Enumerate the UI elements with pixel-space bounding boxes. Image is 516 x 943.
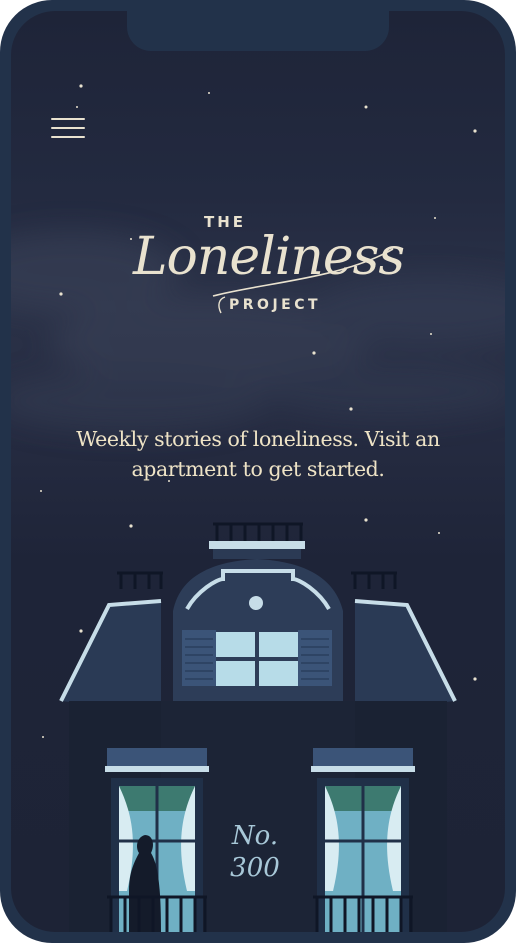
left-roof: [61, 601, 161, 711]
top-cornice: [209, 541, 305, 549]
apartment-number-label: No.: [231, 821, 279, 851]
device-frame: THE Loneliness PROJECT Weekly stories of…: [0, 0, 516, 943]
oculus-window: [249, 596, 263, 610]
right-roof: [355, 601, 455, 711]
apartment-building: [59, 522, 457, 932]
apartment-number-value: 300: [230, 853, 280, 883]
app-screen: THE Loneliness PROJECT Weekly stories of…: [11, 11, 505, 932]
apartment-number: No. 300: [215, 821, 295, 885]
attic-window[interactable]: [182, 630, 332, 686]
